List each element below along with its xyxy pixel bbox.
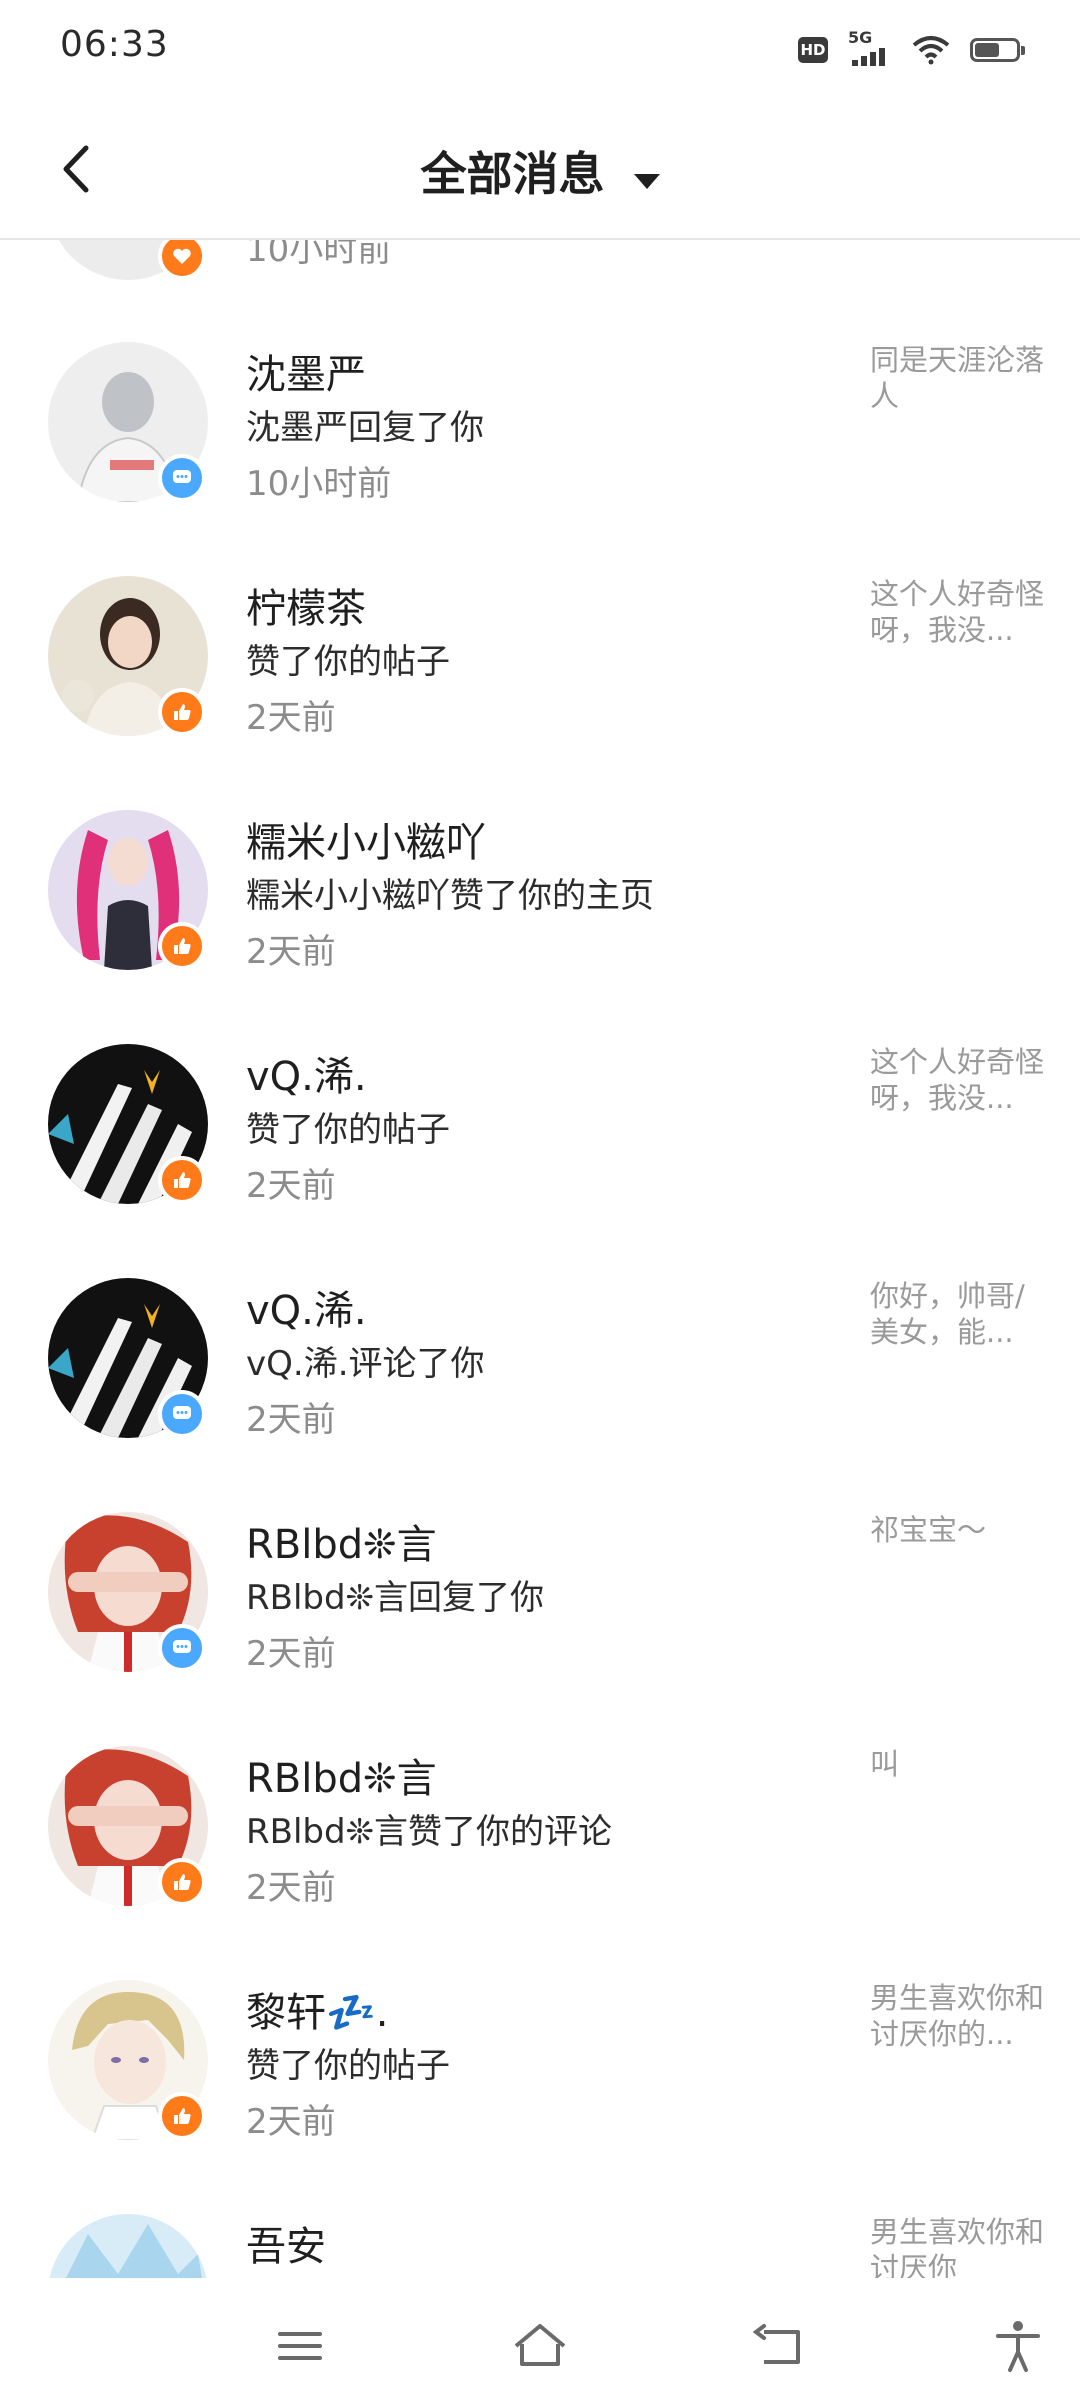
time-ago: 2天前 (246, 1400, 336, 1440)
reference-text: 这个人好奇怪呀，我没... (870, 1045, 1045, 1115)
like-badge-icon (158, 2092, 206, 2140)
home-button[interactable] (510, 2318, 566, 2374)
sender-name: 黎轩💤. (246, 1990, 389, 2036)
menu-button[interactable] (272, 2318, 328, 2374)
status-time: 06:33 (60, 24, 169, 65)
menu-icon (278, 2332, 322, 2360)
like-badge-icon (158, 688, 206, 736)
accessibility-button[interactable] (990, 2318, 1046, 2374)
sender-name: 糯米小小糍吖 (246, 820, 486, 866)
wifi-icon (912, 36, 950, 65)
reference-text: 叫 (870, 1747, 900, 1781)
sender-name: 吾安 (246, 2224, 326, 2270)
reference-text: 同是天涯沦落人 (870, 343, 1045, 413)
hd-icon: HD (798, 37, 828, 63)
back-nav-button[interactable] (752, 2318, 808, 2374)
comment-badge-icon (158, 454, 206, 502)
comment-badge-icon (158, 1624, 206, 1672)
like-badge-icon (158, 1858, 206, 1906)
reference-text: 祁宝宝～ (870, 1513, 987, 1547)
time-ago: 2天前 (246, 932, 336, 972)
message-action: vQ.浠.评论了你 (246, 1344, 485, 1384)
time-ago: 2天前 (246, 1634, 336, 1674)
message-action: 赞了你的帖子 (246, 1110, 450, 1150)
reference-text: 男生喜欢你和讨厌你的... (870, 1981, 1045, 2051)
message-action: 沈墨严回复了你 (246, 408, 484, 448)
message-action: 赞了你的帖子 (246, 642, 450, 682)
network-label: 5G (848, 28, 873, 47)
time-ago: 2天前 (246, 1868, 336, 1908)
header: 全部消息 (0, 100, 1080, 240)
list-item[interactable]: 柠檬茶 赞了你的帖子 2天前 这个人好奇怪呀，我没... (0, 576, 1080, 810)
comment-badge-icon (158, 1390, 206, 1438)
list-item[interactable]: RBlbd❊言 RBlbd❊言赞了你的评论 2天前 叫 (0, 1746, 1080, 1980)
list-item[interactable]: vQ.浠. 赞了你的帖子 2天前 这个人好奇怪呀，我没... (0, 1044, 1080, 1278)
message-action: RBlbd❊言赞了你的评论 (246, 1812, 613, 1852)
sender-name: 沈墨严 (246, 352, 366, 398)
reference-text: 男生喜欢你和讨厌你 (870, 2215, 1045, 2278)
status-bar: 06:33 HD 5G (0, 0, 1080, 100)
list-item[interactable]: vQ.浠. vQ.浠.评论了你 2天前 你好，帅哥/美女，能... (0, 1278, 1080, 1512)
caret-down-icon (633, 174, 660, 189)
time-ago: 2天前 (246, 2102, 336, 2142)
like-badge-icon (158, 1156, 206, 1204)
list-item[interactable]: RBlbd❊言 RBlbd❊言回复了你 2天前 祁宝宝～ (0, 1512, 1080, 1746)
time-ago: 10小时前 (246, 464, 392, 504)
battery-icon (970, 38, 1025, 62)
list-item[interactable]: 沈墨严 沈墨严回复了你 10小时前 同是天涯沦落人 (0, 342, 1080, 576)
sender-name: 柠檬茶 (246, 586, 366, 632)
list-item[interactable]: 糯米小小糍吖 糯米小小糍吖赞了你的主页 2天前 (0, 810, 1080, 1044)
time-ago: 2天前 (246, 1166, 336, 1206)
list-item[interactable]: 吾安 男生喜欢你和讨厌你 (0, 2214, 1080, 2278)
message-filter-dropdown[interactable]: 全部消息 (0, 138, 1080, 204)
sender-name: vQ.浠. (246, 1288, 367, 1334)
avatar (48, 2214, 208, 2278)
time-ago: 2天前 (246, 698, 336, 738)
message-action: RBlbd❊言回复了你 (246, 1578, 545, 1618)
list-item[interactable]: 黎轩💤. 赞了你的帖子 2天前 男生喜欢你和讨厌你的... (0, 1980, 1080, 2214)
sender-name: vQ.浠. (246, 1054, 367, 1100)
sender-name: RBlbd❊言 (246, 1756, 437, 1802)
system-nav-bar (0, 2278, 1080, 2404)
sender-name: RBlbd❊言 (246, 1522, 437, 1568)
reference-text: 这个人好奇怪呀，我没... (870, 577, 1045, 647)
message-action: 糯米小小糍吖赞了你的主页 (246, 876, 654, 916)
back-icon (752, 2324, 800, 2364)
reference-text: 你好，帅哥/美女，能... (870, 1279, 1025, 1349)
message-list[interactable]: 10小时前 沈墨严 沈墨严回复了你 10小时前 同是天涯沦落人 柠檬茶 赞了你的… (0, 0, 1080, 2278)
signal-5g-icon: 5G (848, 28, 892, 70)
home-icon (514, 2324, 566, 2366)
page-title: 全部消息 (420, 147, 605, 201)
like-badge-icon (158, 922, 206, 970)
accessibility-icon (996, 2321, 1040, 2372)
message-action: 赞了你的帖子 (246, 2046, 450, 2086)
